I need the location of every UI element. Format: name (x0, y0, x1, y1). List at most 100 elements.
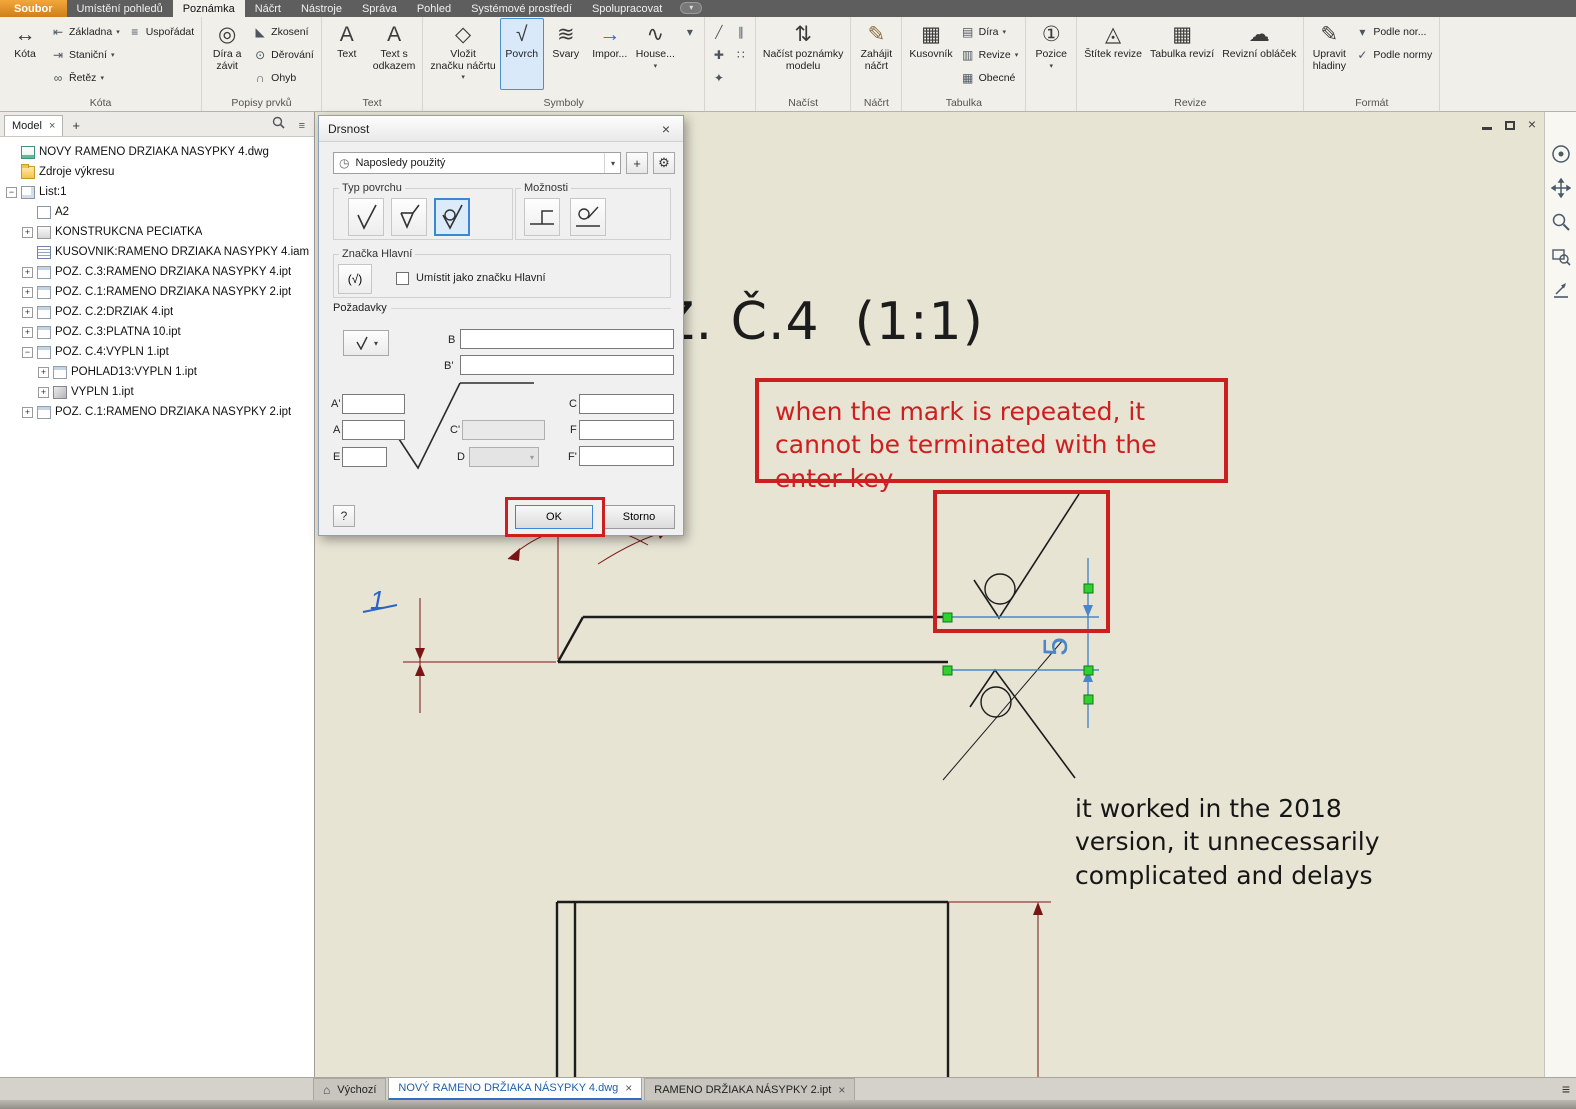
kusovnik-button[interactable]: ▦ Kusovník (905, 18, 956, 90)
sketch-points-button[interactable]: ∷ (730, 45, 752, 65)
ribbon-tab-spolupracovat[interactable]: Spolupracovat (582, 0, 672, 17)
surface-machined-button[interactable] (391, 198, 427, 236)
tree-item[interactable]: NOVÝ RAMENO DRŽIAKA NÁSYPKY 4.dwg (0, 142, 314, 162)
stitek-revize-button[interactable]: ◬ Štítek revize (1080, 18, 1146, 90)
kota-button[interactable]: ↔ Kóta (3, 18, 47, 90)
ribbon-tab-nastroje[interactable]: Nástroje (291, 0, 352, 17)
expand-icon[interactable]: + (38, 386, 49, 398)
dimension-value[interactable]: 5 (1037, 637, 1075, 656)
field-b-input[interactable] (460, 329, 674, 349)
close-tab-icon[interactable]: × (625, 1081, 632, 1095)
expand-icon[interactable]: + (22, 226, 33, 238)
tree-item[interactable]: KUSOVNÍK:RAMENO DRŽIAKA NÁSYPKY 4.iam (0, 242, 314, 262)
stanicni-button[interactable]: ⇥ Staniční ▾ (47, 45, 124, 65)
tree-item[interactable]: + POHLAD13:VÝPLŇ 1.ipt (0, 362, 314, 382)
podle-normy-button[interactable]: ✓ Podle normy (1351, 45, 1436, 65)
derovani-button[interactable]: ⊙ Děrování (249, 45, 318, 65)
tabulka-revizi-button[interactable]: ▦ Tabulka revizí (1146, 18, 1218, 90)
dira-a-zavit-button[interactable]: ◎ Díra a závit (205, 18, 249, 90)
field-c-input[interactable] (579, 394, 674, 414)
ohyb-button[interactable]: ∩ Ohyb (249, 68, 318, 88)
dialog-titlebar[interactable]: Drsnost × (319, 116, 683, 142)
ribbon-display-options[interactable]: ▾ (680, 2, 703, 14)
dialog-close-icon[interactable]: × (658, 121, 674, 137)
dira-button[interactable]: ▤ Díra ▾ (957, 22, 1023, 42)
zahajit-nacrt-button[interactable]: ✎ Zahájit náčrt (854, 18, 898, 90)
collapse-icon[interactable]: − (6, 186, 17, 198)
tree-item[interactable]: + POZ. Č.3:RAMENO DRŽIAKA NÁSYPKY 4.ipt (0, 262, 314, 282)
zakladna-button[interactable]: ⇤ Základna ▾ (47, 22, 124, 42)
browser-search-icon[interactable] (267, 116, 290, 136)
field-f-input[interactable] (579, 420, 674, 440)
option-all-around-button[interactable] (570, 198, 606, 236)
upravit-hladiny-button[interactable]: ✎ Upravit hladiny (1307, 18, 1351, 90)
ribbon-tab-pohled[interactable]: Pohled (407, 0, 461, 17)
main-mark-symbol-button[interactable]: (√) (338, 264, 372, 294)
navigation-wheel-icon[interactable] (1551, 144, 1571, 164)
tree-item[interactable]: − POZ. Č.4:VÝPLŇ 1.ipt (0, 342, 314, 362)
zkoseni-button[interactable]: ◣ Zkosení (249, 22, 318, 42)
svary-button[interactable]: ≋ Svary (544, 18, 588, 90)
house-button[interactable]: ∿ House... ▾ (632, 18, 679, 90)
sketch-point-button[interactable]: ✚ (708, 45, 730, 65)
zoom-window-icon[interactable] (1551, 246, 1571, 266)
field-a-input[interactable] (342, 420, 405, 440)
surface-prohibited-button[interactable] (434, 198, 470, 236)
close-tab-icon[interactable]: × (838, 1083, 845, 1097)
document-tab-novy-rameno-drziaka-nasypky-4-dwg[interactable]: NOVÝ RAMENO DRŽIAKA NÁSYPKY 4.dwg × (388, 1077, 643, 1100)
document-tab-rameno-drziaka-nasypky-2-ipt[interactable]: RAMENO DRŽIAKA NÁSYPKY 2.ipt × (644, 1078, 856, 1100)
main-mark-checkbox[interactable] (396, 272, 409, 285)
more-symbols-button[interactable]: ▾ (679, 22, 701, 42)
ribbon-tab-nacrt[interactable]: Náčrt (245, 0, 291, 17)
tree-item[interactable]: + POZ. Č.2:DRŽIAK 4.ipt (0, 302, 314, 322)
ribbon-tab-sprava[interactable]: Správa (352, 0, 407, 17)
option-tail-button[interactable] (524, 198, 560, 236)
text-button[interactable]: A Text (325, 18, 369, 90)
podle-nor-button[interactable]: ▾ Podle nor... (1351, 22, 1436, 42)
field-f2-input[interactable] (579, 446, 674, 466)
tree-item[interactable]: + POZ. Č.1:RAMENO DRŽIAKA NÁSYPKY 2.ipt (0, 402, 314, 422)
tree-item[interactable]: − List:1 (0, 182, 314, 202)
vlozit-znacku-nacrtu-button[interactable]: ◇ Vložit značku náčrtu ▾ (426, 18, 499, 90)
expand-icon[interactable]: + (22, 266, 33, 278)
browser-tab-model[interactable]: Model × (4, 115, 64, 136)
tree-item[interactable]: + POZ. Č.3:PLATŇA 10.ipt (0, 322, 314, 342)
povrch-button[interactable]: √ Povrch (499, 18, 544, 90)
tree-item[interactable]: Zdroje výkresu (0, 162, 314, 182)
ok-button[interactable]: OK (515, 505, 593, 529)
combo-arrow-icon[interactable]: ▾ (603, 153, 615, 173)
browser-menu-icon[interactable]: ≡ (294, 120, 310, 136)
help-button[interactable]: ? (333, 505, 355, 527)
nacist-poznamky-modelu-button[interactable]: ⇅ Načíst poznámky modelu (759, 18, 848, 90)
tab-list-menu-icon[interactable]: ≡ (1562, 1081, 1570, 1100)
expand-icon[interactable]: + (22, 406, 33, 418)
tree-item[interactable]: + POZ. Č.1:RAMENO DRŽIAKA NÁSYPKY 2.ipt (0, 282, 314, 302)
collapse-icon[interactable]: − (22, 346, 33, 358)
expand-icon[interactable]: + (22, 326, 33, 338)
zoom-icon[interactable] (1551, 212, 1571, 232)
restore-icon[interactable] (1504, 120, 1515, 130)
impor-button[interactable]: → Impor... (588, 18, 632, 90)
ribbon-tab-systemove-prostredi[interactable]: Systémové prostředí (461, 0, 582, 17)
tree-item[interactable]: A2 (0, 202, 314, 222)
style-combo[interactable]: ◷ Naposledy použitý ▾ (333, 152, 621, 174)
field-a2-input[interactable] (342, 394, 405, 414)
document-tab-vychozi[interactable]: ⌂ Výchozí (313, 1078, 387, 1100)
sketch-line-button[interactable]: ╱ (708, 22, 730, 42)
minimize-icon[interactable] (1481, 127, 1492, 130)
pan-icon[interactable] (1550, 178, 1571, 198)
format-painter-button[interactable]: ✦ (708, 68, 730, 88)
ribbon-tab-soubor[interactable]: Soubor (0, 0, 67, 17)
browser-tab-close-icon[interactable]: × (49, 120, 55, 132)
ribbon-tab-poznamka[interactable]: Poznámka (172, 0, 245, 17)
retez-button[interactable]: ∞ Řetěz ▾ (47, 68, 124, 88)
close-icon[interactable]: × (1528, 117, 1536, 131)
new-style-button[interactable]: + (626, 152, 648, 174)
browser-add-tab-button[interactable]: + (67, 118, 85, 136)
usporadat-button[interactable]: ≡ Uspořádat (124, 22, 198, 42)
ribbon-tab-umisteni-pohledu[interactable]: Umístění pohledů (67, 0, 173, 17)
surface-basic-button[interactable] (348, 198, 384, 236)
pozice-button[interactable]: ① Pozice ▾ (1029, 18, 1073, 90)
obecne-button[interactable]: ▦ Obecné (957, 68, 1023, 88)
text-s-odkazem-button[interactable]: A Text s odkazem (369, 18, 420, 90)
